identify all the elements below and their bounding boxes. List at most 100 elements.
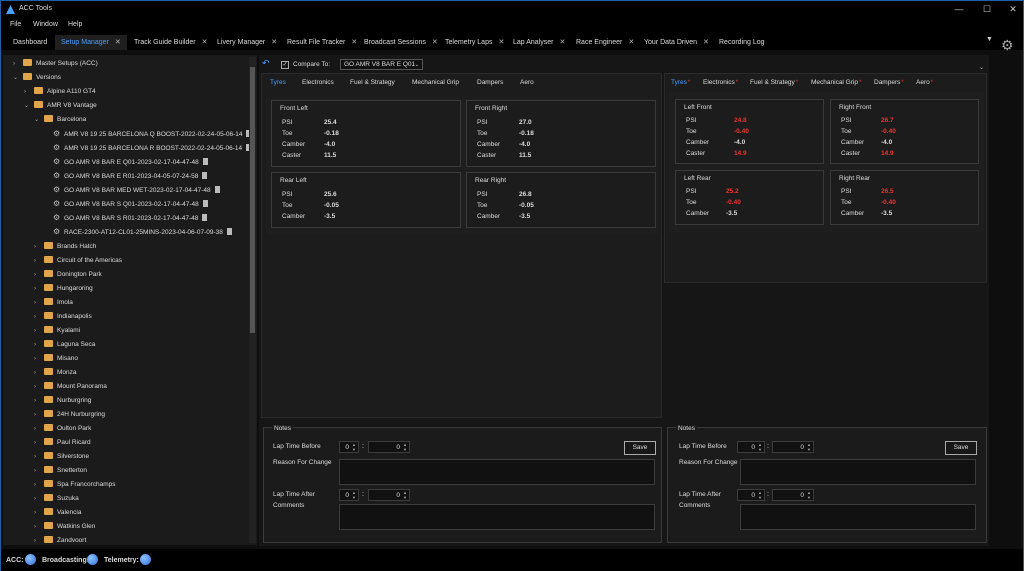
tree-track-item[interactable]: › Watkins Glen [34, 520, 95, 533]
tab-recording-log[interactable]: Recording Log [713, 35, 771, 50]
menu-window[interactable]: Window [33, 21, 58, 28]
lap-after-min-stepper[interactable]: 0 ▲ ▼ [737, 489, 765, 501]
chevron-right-icon[interactable]: › [34, 269, 44, 282]
subtab-aero[interactable]: Aero [520, 79, 534, 86]
subtab-aero[interactable]: Aero* [916, 79, 933, 86]
close-tab-icon[interactable]: ✕ [559, 39, 565, 46]
chevron-right-icon[interactable]: › [34, 507, 44, 520]
stepper-arrows-icon[interactable]: ▲ ▼ [758, 490, 762, 500]
close-button[interactable]: ✕ [1000, 3, 1024, 16]
close-tab-icon[interactable]: ✕ [271, 39, 277, 46]
stepper-arrows-icon[interactable]: ▲ ▼ [403, 490, 407, 500]
tree-track-item[interactable]: › Brands Hatch [34, 240, 96, 253]
lap-before-sec-stepper[interactable]: 0 ▲ ▼ [368, 441, 410, 453]
tab-race-engineer[interactable]: Race Engineer ✕ [570, 35, 640, 50]
tab-livery-manager[interactable]: Livery Manager ✕ [211, 35, 283, 50]
tree-track-item[interactable]: › Laguna Seca [34, 338, 95, 351]
close-tab-icon[interactable]: ✕ [115, 39, 121, 46]
lap-before-sec-stepper[interactable]: 0 ▲ ▼ [772, 441, 814, 453]
chevron-right-icon[interactable]: › [34, 311, 44, 324]
tree-setup-item[interactable]: ⚙ GO AMR V8 BAR S Q01-2023-02-17-04-47-48 [53, 197, 208, 210]
chevron-right-icon[interactable]: › [34, 283, 44, 296]
tree-track-item[interactable]: › Imola [34, 296, 73, 309]
chevron-right-icon[interactable]: › [34, 395, 44, 408]
chevron-right-icon[interactable]: › [34, 451, 44, 464]
tree-amr-v8[interactable]: ⌄ AMR V8 Vantage [24, 99, 97, 112]
tab-broadcast-sessions[interactable]: Broadcast Sessions ✕ [358, 35, 444, 50]
tree-track-item[interactable]: › Valencia [34, 506, 81, 519]
subtab-mechanical-grip[interactable]: Mechanical Grip [412, 79, 459, 86]
chevron-right-icon[interactable]: › [34, 521, 44, 534]
tab-setup-manager[interactable]: Setup Manager ✕ [55, 35, 127, 50]
tree-track-item[interactable]: › Hungaroring [34, 282, 93, 295]
stepper-arrows-icon[interactable]: ▲ ▼ [352, 442, 356, 452]
trash-icon[interactable] [214, 186, 220, 193]
chevron-right-icon[interactable]: › [34, 241, 44, 254]
subtab-dampers[interactable]: Dampers [477, 79, 503, 86]
maximize-button[interactable]: ☐ [974, 3, 1000, 16]
menu-file[interactable]: File [10, 21, 21, 28]
tree-track-item[interactable]: › Misano [34, 352, 78, 365]
chevron-right-icon[interactable]: › [34, 381, 44, 394]
trash-icon[interactable] [202, 172, 208, 179]
chevron-right-icon[interactable]: › [34, 325, 44, 338]
tab-result-file-tracker[interactable]: Result File Tracker ✕ [281, 35, 363, 50]
tree-setup-item[interactable]: ⚙ AMR V8 19 25 BARCELONA R BOOST-2022-02-… [53, 141, 252, 154]
subtab-fuel[interactable]: Fuel & Strategy* [750, 79, 798, 86]
comments-textarea[interactable] [740, 504, 976, 530]
chevron-right-icon[interactable]: › [34, 479, 44, 492]
undo-icon[interactable]: ↶ [262, 58, 270, 69]
tree-track-item[interactable]: › Snetterton [34, 464, 87, 477]
close-tab-icon[interactable]: ✕ [202, 39, 208, 46]
stepper-arrows-icon[interactable]: ▲ ▼ [807, 442, 811, 452]
tab-track-guide-builder[interactable]: Track Guide Builder ✕ [128, 35, 213, 50]
tree-setup-item[interactable]: ⚙ RACE-2300-AT12-CL01-25MINS-2023-04-06-0… [53, 225, 232, 238]
subtab-tyres[interactable]: Tyres* [671, 79, 690, 86]
trash-icon[interactable] [202, 158, 208, 165]
chevron-down-icon[interactable]: ⌄ [13, 72, 23, 85]
subtab-tyres[interactable]: Tyres [270, 79, 286, 86]
comments-textarea[interactable] [339, 504, 655, 530]
chevron-right-icon[interactable]: › [24, 86, 34, 99]
tree-setup-item[interactable]: ⚙ GO AMR V8 BAR E R01-2023-04-05-07-24-58 [53, 169, 208, 182]
close-tab-icon[interactable]: ✕ [628, 39, 634, 46]
tree-track-item[interactable]: › Silverstone [34, 450, 89, 463]
tab-telemetry-laps[interactable]: Telemetry Laps ✕ [439, 35, 510, 50]
tree-track-item[interactable]: › Donington Park [34, 268, 102, 281]
tree-master-setups[interactable]: › Master Setups (ACC) [13, 57, 98, 70]
save-button[interactable]: Save [945, 441, 977, 455]
tree-setup-item[interactable]: ⚙ GO AMR V8 BAR S R01-2023-02-17-04-47-48 [53, 211, 208, 224]
tab-your-data-driven[interactable]: Your Data Driven ✕ [638, 35, 715, 50]
tree-barcelona[interactable]: ⌄ Barcelona [34, 113, 86, 126]
tree-track-item[interactable]: › Oulton Park [34, 422, 91, 435]
subtab-fuel[interactable]: Fuel & Strategy [350, 79, 395, 86]
stepper-arrows-icon[interactable]: ▲ ▼ [807, 490, 811, 500]
stepper-arrows-icon[interactable]: ▲ ▼ [403, 442, 407, 452]
tree-track-item[interactable]: › Indianapolis [34, 310, 92, 323]
chevron-right-icon[interactable]: › [34, 423, 44, 436]
close-tab-icon[interactable]: ✕ [703, 39, 709, 46]
tab-dashboard[interactable]: Dashboard [7, 35, 53, 50]
tree-track-item[interactable]: › 24H Nurburgring [34, 408, 105, 421]
chevron-right-icon[interactable]: › [34, 297, 44, 310]
chevron-down-icon[interactable]: ⌄ [979, 64, 984, 71]
tab-overflow-icon[interactable]: ▼ [986, 36, 993, 43]
chevron-right-icon[interactable]: › [34, 409, 44, 422]
subtab-dampers[interactable]: Dampers* [874, 79, 904, 86]
trash-icon[interactable] [202, 214, 208, 221]
reason-textarea[interactable] [339, 459, 655, 485]
tree-setup-item[interactable]: ⚙ GO AMR V8 BAR MED WET-2023-02-17-04-47-… [53, 183, 220, 196]
lap-before-min-stepper[interactable]: 0 ▲ ▼ [339, 441, 359, 453]
subtab-electronics[interactable]: Electronics* [703, 79, 738, 86]
scrollbar-thumb[interactable] [250, 67, 255, 333]
chevron-right-icon[interactable]: › [34, 493, 44, 506]
chevron-right-icon[interactable]: › [13, 58, 23, 71]
tree-setup-item[interactable]: ⚙ GO AMR V8 BAR E Q01-2023-02-17-04-47-48 [53, 155, 208, 168]
subtab-electronics[interactable]: Electronics [302, 79, 334, 86]
close-tab-icon[interactable]: ✕ [351, 39, 357, 46]
tree-track-item[interactable]: › Monza [34, 366, 77, 379]
trash-icon[interactable] [226, 228, 232, 235]
chevron-right-icon[interactable]: › [34, 535, 44, 545]
tree-alpine[interactable]: › Alpine A110 GT4 [24, 85, 96, 98]
tree-track-item[interactable]: › Mount Panorama [34, 380, 107, 393]
